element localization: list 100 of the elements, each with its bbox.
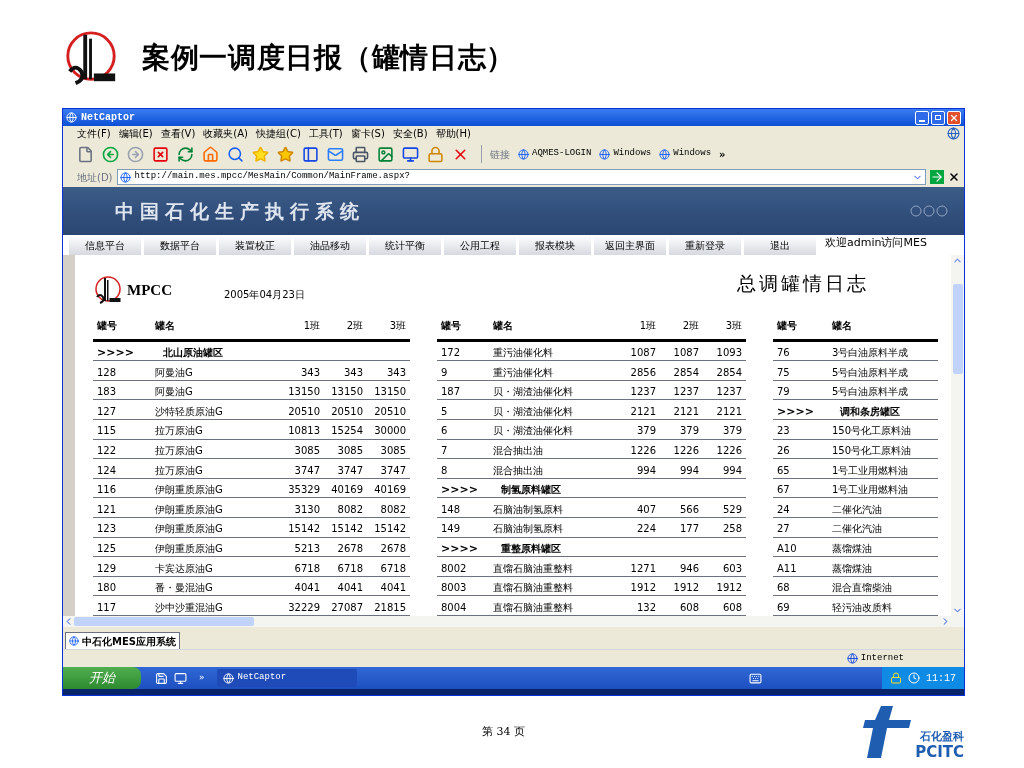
close-icon[interactable]	[948, 171, 960, 183]
table-cell: 177	[679, 523, 699, 535]
table-cell: 69	[777, 601, 790, 613]
lock-icon[interactable]	[890, 672, 902, 684]
table-cell: 76	[777, 347, 790, 358]
menu-item[interactable]: 帮助(H)	[435, 126, 471, 141]
forward-icon[interactable]	[127, 145, 144, 163]
nav-tab[interactable]: 退出	[744, 235, 816, 255]
logo-icon	[93, 275, 123, 306]
table-cell: 番・曼混油G	[155, 582, 213, 594]
table-cell: 150号化工原料油	[832, 444, 912, 456]
menu-item[interactable]: 文件(F)	[77, 126, 111, 141]
menu-item[interactable]: 窗卡(S)	[350, 126, 385, 141]
search-icon[interactable]	[227, 145, 244, 163]
table-cell: 187	[441, 386, 461, 398]
menu-item[interactable]: 编辑(E)	[118, 126, 153, 141]
link-button[interactable]: Windows	[659, 147, 712, 161]
quick-launch-more[interactable]: »	[199, 671, 205, 685]
nav-tab[interactable]: 统计平衡	[369, 235, 441, 255]
table-cell: 3747	[380, 464, 406, 476]
task-label: NetCaptor	[237, 671, 287, 685]
panel-icon[interactable]	[302, 145, 319, 163]
star-icon[interactable]	[252, 145, 269, 163]
restore-button[interactable]	[931, 110, 945, 125]
menu-item[interactable]: 快捷组(C)	[256, 126, 301, 141]
link-button[interactable]: AQMES-LOGIN	[518, 147, 592, 161]
nav-tab[interactable]: 油品移动	[294, 235, 366, 255]
table-cell: 3747	[294, 464, 320, 476]
table-cell: 132	[636, 601, 656, 613]
clock: 11:17	[926, 671, 956, 686]
new-page-icon[interactable]	[77, 145, 94, 163]
more-links-button[interactable]: »	[719, 146, 726, 162]
table-cell: 27087	[331, 601, 363, 613]
globe-icon	[518, 148, 529, 160]
vertical-scrollbar[interactable]	[951, 255, 964, 616]
nav-tab[interactable]: 装置校正	[219, 235, 291, 255]
refresh-icon[interactable]	[177, 145, 194, 163]
table-cell: 重污油催化料	[493, 366, 553, 378]
nav-tab[interactable]: 返回主界面	[594, 235, 666, 255]
image-icon[interactable]	[377, 145, 394, 163]
close-button[interactable]	[947, 110, 961, 125]
minimize-button[interactable]	[915, 110, 929, 125]
monitor-icon[interactable]	[402, 145, 419, 163]
tab-label: 中石化MES应用系统	[82, 634, 176, 649]
column-header: 3班	[389, 319, 406, 331]
table-cell: 1237	[716, 386, 742, 398]
address-field[interactable]: http://main.mes.mpcc/MesMain/Common/MainFrame.aspx?	[116, 169, 926, 185]
table-cell: 混合抽出油	[493, 464, 543, 476]
nav-tab[interactable]: 信息平台	[69, 235, 141, 255]
column-header: 2班	[682, 319, 699, 331]
document-tab[interactable]: 中石化MES应用系统	[65, 632, 180, 649]
nav-tab[interactable]: 数据平台	[144, 235, 216, 255]
banner-title: 中国石化生产执行系统	[115, 198, 365, 224]
table-cell: 3747	[337, 464, 363, 476]
home-icon[interactable]	[202, 145, 219, 163]
star-icon[interactable]	[277, 145, 294, 163]
table-cell: 2854	[716, 366, 742, 378]
table-cell: 379	[679, 425, 699, 437]
table-cell: 23	[777, 425, 790, 437]
nav-tab[interactable]: 公用工程	[444, 235, 516, 255]
save-icon[interactable]	[155, 671, 168, 685]
horizontal-scrollbar[interactable]	[63, 616, 964, 627]
nav-tab[interactable]: 报表模块	[519, 235, 591, 255]
monitor-icon[interactable]	[174, 671, 187, 685]
globe-icon	[222, 672, 234, 684]
table-cell: 149	[441, 523, 461, 535]
back-icon[interactable]	[102, 145, 119, 163]
stop-icon[interactable]	[152, 145, 169, 163]
keyboard-icon[interactable]	[749, 671, 762, 685]
scroll-thumb[interactable]	[74, 617, 254, 626]
table-cell: 2854	[673, 366, 699, 378]
table-cell: 75	[777, 366, 790, 378]
table-cell: 阿曼油G	[155, 366, 193, 378]
globe-icon	[846, 653, 858, 664]
table-cell: 伊朗重质原油G	[155, 523, 223, 535]
table-cell: 6718	[337, 562, 363, 574]
table-cell: 608	[679, 601, 699, 613]
table-cell: 5213	[294, 542, 320, 554]
table-cell: 2121	[673, 405, 699, 417]
table-cell: A10	[777, 542, 797, 554]
menu-item[interactable]: 查看(V)	[160, 126, 196, 141]
menu-item[interactable]: 收藏夹(A)	[203, 126, 248, 141]
printer-icon[interactable]	[352, 145, 369, 163]
table-cell: 68	[777, 582, 790, 594]
link-button[interactable]: Windows	[599, 147, 652, 161]
table-cell: 拉万原油G	[155, 444, 203, 456]
task-button[interactable]: NetCaptor	[216, 669, 357, 687]
table-cell: 35329	[288, 484, 320, 496]
scroll-thumb[interactable]	[952, 284, 963, 374]
nav-tab[interactable]: 重新登录	[669, 235, 741, 255]
menu-item[interactable]: 安全(B)	[392, 126, 428, 141]
table-cell: 蒸馏煤油	[832, 542, 872, 554]
menu-item[interactable]: 工具(T)	[308, 126, 343, 141]
table-cell: 127	[97, 405, 117, 417]
mail-icon[interactable]	[327, 145, 344, 163]
lock-icon[interactable]	[427, 145, 444, 163]
table-cell: A11	[777, 562, 797, 574]
table-cell: 32229	[288, 601, 320, 613]
start-button[interactable]: 开始	[63, 667, 141, 689]
table-cell: 20510	[374, 405, 406, 417]
